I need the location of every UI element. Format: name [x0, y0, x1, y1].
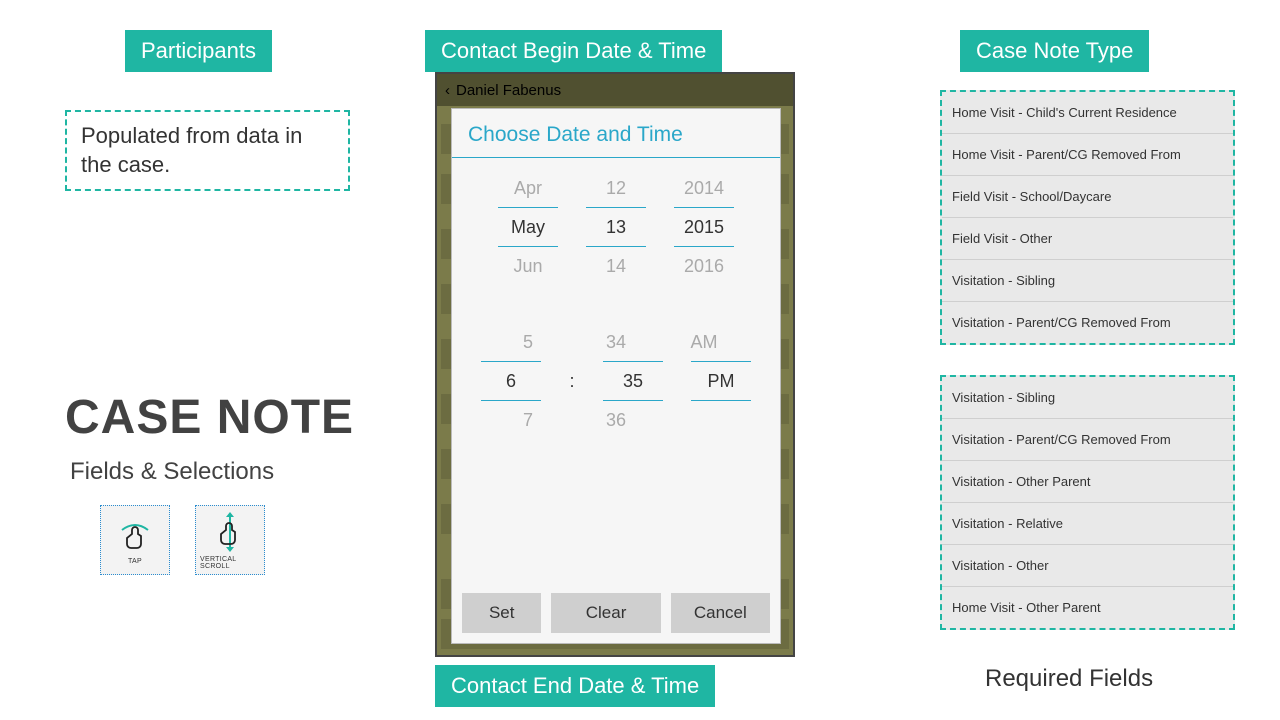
date-spinner[interactable]: Apr 12 2014 May 13 2015 Jun 14 2016: [452, 170, 780, 284]
label-participants: Participants: [125, 30, 272, 72]
page-title: CASE NOTE: [65, 390, 354, 445]
list-item[interactable]: Home Visit - Child's Current Residence: [942, 92, 1233, 134]
label-contact-begin: Contact Begin Date & Time: [425, 30, 722, 72]
set-button[interactable]: Set: [462, 593, 541, 633]
list-item[interactable]: Home Visit - Other Parent: [942, 587, 1233, 628]
required-fields-label: Required Fields: [985, 665, 1153, 693]
list-item[interactable]: Field Visit - Other: [942, 218, 1233, 260]
time-spinner[interactable]: 5 34 AM 6 : 35 PM 7 36: [452, 324, 780, 438]
phone-header: ‹ Daniel Fabenus: [437, 74, 793, 106]
tap-icon: TAP: [100, 505, 170, 575]
datetime-dialog: Choose Date and Time Apr 12 2014 May 13 …: [451, 108, 781, 644]
list-item[interactable]: Visitation - Sibling: [942, 260, 1233, 302]
hour-value: 6: [481, 361, 541, 401]
list-item[interactable]: Visitation - Relative: [942, 503, 1233, 545]
type-list-selected[interactable]: Home Visit - Child's Current Residence H…: [940, 90, 1235, 345]
list-item[interactable]: Visitation - Sibling: [942, 377, 1233, 419]
person-name: Daniel Fabenus: [456, 82, 561, 99]
ampm-value: PM: [691, 361, 751, 401]
list-item[interactable]: Visitation - Other Parent: [942, 461, 1233, 503]
participants-description: Populated from data in the case.: [65, 110, 350, 191]
label-case-note-type: Case Note Type: [960, 30, 1149, 72]
clear-button[interactable]: Clear: [551, 593, 660, 633]
type-list-more[interactable]: Visitation - Sibling Visitation - Parent…: [940, 375, 1235, 630]
scroll-label: VERTICAL SCROLL: [200, 556, 260, 570]
tap-label: TAP: [128, 558, 142, 565]
cancel-button[interactable]: Cancel: [671, 593, 770, 633]
month-value: May: [498, 207, 558, 247]
list-item[interactable]: Visitation - Parent/CG Removed From: [942, 419, 1233, 461]
list-item[interactable]: Visitation - Other: [942, 545, 1233, 587]
chevron-left-icon[interactable]: ‹: [445, 82, 450, 99]
year-value: 2015: [674, 207, 734, 247]
label-contact-end: Contact End Date & Time: [435, 665, 715, 707]
list-item[interactable]: Visitation - Parent/CG Removed From: [942, 302, 1233, 343]
page-subtitle: Fields & Selections: [70, 458, 274, 486]
minute-value: 35: [603, 361, 663, 401]
dialog-title: Choose Date and Time: [452, 109, 780, 157]
phone-mockup: ‹ Daniel Fabenus Choose Date and Time Ap…: [435, 72, 795, 657]
day-value: 13: [586, 207, 646, 247]
list-item[interactable]: Field Visit - School/Daycare: [942, 176, 1233, 218]
list-item[interactable]: Home Visit - Parent/CG Removed From: [942, 134, 1233, 176]
vertical-scroll-icon: VERTICAL SCROLL: [195, 505, 265, 575]
